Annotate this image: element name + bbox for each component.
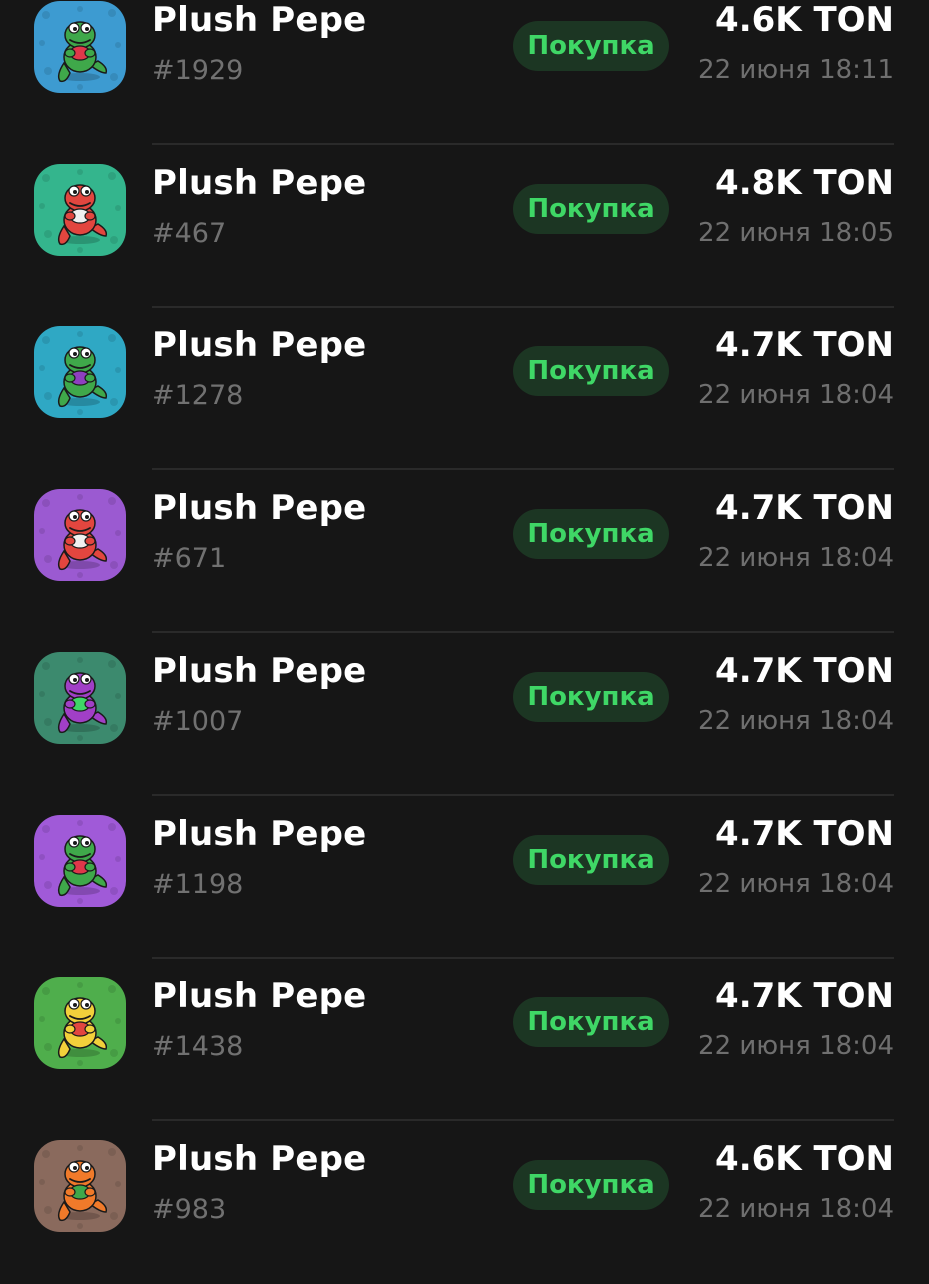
item-name: Plush Pepe <box>152 325 367 366</box>
item-timestamp: 22 июня 18:04 <box>698 1031 894 1062</box>
plush-pepe-image <box>34 326 126 419</box>
item-timestamp: 22 июня 18:05 <box>698 217 894 248</box>
item-price: 4.7K TON <box>715 976 894 1017</box>
plush-pepe-image <box>34 814 126 907</box>
list-item[interactable]: Plush Pepe #983 Покупка 4.6K TON 22 июня… <box>0 1121 929 1284</box>
plush-pepe-image <box>34 489 126 582</box>
item-name: Plush Pepe <box>152 813 367 854</box>
item-name: Plush Pepe <box>152 650 367 691</box>
item-price: 4.7K TON <box>715 325 894 366</box>
plush-pepe-image <box>34 1 126 93</box>
purchase-badge: Покупка <box>513 509 669 560</box>
item-price: 4.6K TON <box>715 0 894 40</box>
item-number: #1198 <box>152 868 244 900</box>
item-number: #1007 <box>152 705 244 737</box>
item-price: 4.7K TON <box>715 650 894 691</box>
list-item[interactable]: Plush Pepe #1438 Покупка 4.7K TON 22 июн… <box>0 958 929 1122</box>
item-name: Plush Pepe <box>152 162 367 203</box>
purchase-badge: Покупка <box>513 997 669 1048</box>
purchase-badge: Покупка <box>513 834 669 885</box>
plush-pepe-image <box>34 163 126 256</box>
item-timestamp: 22 июня 18:11 <box>698 55 894 85</box>
item-name: Plush Pepe <box>152 488 367 529</box>
plush-pepe-image <box>34 977 126 1070</box>
plush-pepe-image <box>34 651 126 744</box>
list-item[interactable]: Plush Pepe #1929 Покупка 4.6K TON 22 июн… <box>0 0 929 145</box>
item-timestamp: 22 июня 18:04 <box>698 543 894 574</box>
item-name: Plush Pepe <box>152 0 367 40</box>
item-timestamp: 22 июня 18:04 <box>698 868 894 899</box>
item-name: Plush Pepe <box>152 1138 367 1179</box>
item-number: #1929 <box>152 55 244 86</box>
item-number: #1438 <box>152 1031 244 1063</box>
item-timestamp: 22 июня 18:04 <box>698 380 894 411</box>
item-number: #671 <box>152 543 227 575</box>
item-name: Plush Pepe <box>152 976 367 1017</box>
item-price: 4.7K TON <box>715 813 894 854</box>
list-item[interactable]: Plush Pepe #1278 Покупка 4.7K TON 22 июн… <box>0 307 929 471</box>
purchase-badge: Покупка <box>513 346 669 397</box>
purchase-badge: Покупка <box>513 21 669 71</box>
list-item[interactable]: Plush Pepe #467 Покупка 4.8K TON 22 июня… <box>0 145 929 308</box>
item-timestamp: 22 июня 18:04 <box>698 705 894 736</box>
list-item[interactable]: Plush Pepe #1007 Покупка 4.7K TON 22 июн… <box>0 633 929 796</box>
list-item[interactable]: Plush Pepe #1198 Покупка 4.7K TON 22 июн… <box>0 796 929 959</box>
item-number: #467 <box>152 217 227 249</box>
item-timestamp: 22 июня 18:04 <box>698 1193 894 1224</box>
item-price: 4.8K TON <box>715 162 894 203</box>
item-number: #983 <box>152 1193 227 1225</box>
plush-pepe-image <box>34 1139 126 1232</box>
list-item[interactable]: Plush Pepe #671 Покупка 4.7K TON 22 июня… <box>0 470 929 634</box>
item-number: #1278 <box>152 380 244 412</box>
purchase-badge: Покупка <box>513 183 669 234</box>
purchase-badge: Покупка <box>513 671 669 722</box>
item-price: 4.6K TON <box>715 1138 894 1179</box>
item-price: 4.7K TON <box>715 488 894 529</box>
purchase-badge: Покупка <box>513 1159 669 1210</box>
